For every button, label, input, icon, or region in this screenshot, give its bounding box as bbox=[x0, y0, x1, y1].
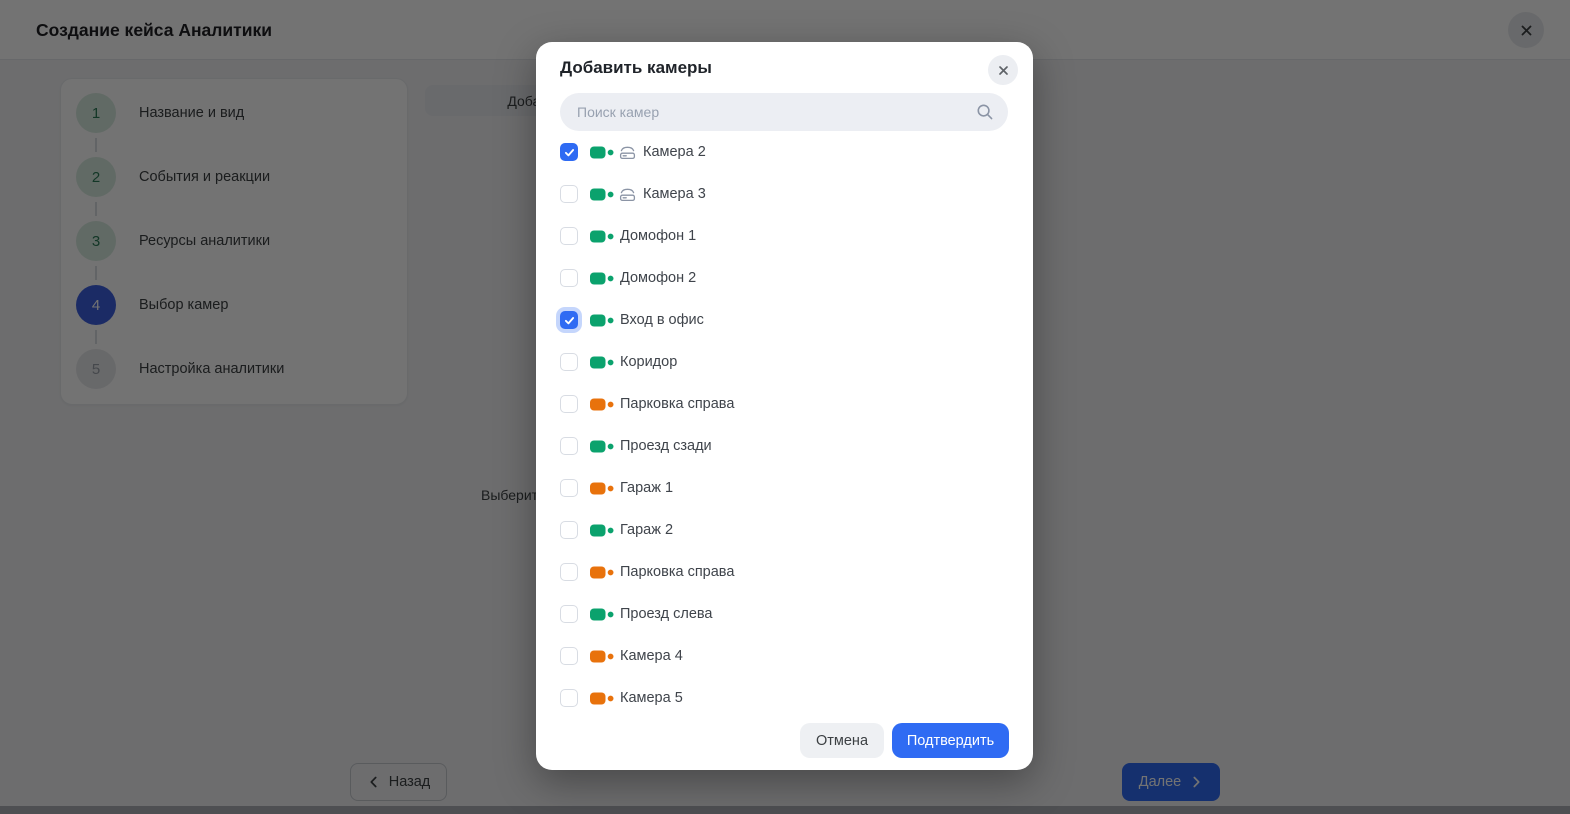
camera-checkbox[interactable] bbox=[560, 689, 578, 707]
camera-name: Камера 2 bbox=[643, 144, 706, 160]
camera-checkbox[interactable] bbox=[560, 437, 578, 455]
camera-checkbox[interactable] bbox=[560, 395, 578, 413]
archive-icon bbox=[618, 144, 637, 160]
camera-checkbox[interactable] bbox=[560, 605, 578, 623]
camera-status-icon bbox=[590, 523, 614, 538]
camera-checkbox[interactable] bbox=[560, 311, 578, 329]
camera-status-icon bbox=[590, 187, 614, 202]
modal-close-button[interactable] bbox=[988, 55, 1018, 85]
camera-checkbox[interactable] bbox=[560, 563, 578, 581]
camera-search-input[interactable] bbox=[560, 93, 1008, 131]
camera-list-item[interactable]: Коридор bbox=[560, 341, 1009, 383]
camera-status-icon bbox=[590, 691, 614, 706]
camera-status-icon bbox=[590, 439, 614, 454]
camera-checkbox[interactable] bbox=[560, 185, 578, 203]
camera-checkbox[interactable] bbox=[560, 521, 578, 539]
camera-list-item[interactable]: Парковка справа bbox=[560, 383, 1009, 425]
camera-list-item[interactable]: Камера 2 bbox=[560, 131, 1009, 173]
camera-status-icon bbox=[590, 481, 614, 496]
camera-status-icon bbox=[590, 145, 614, 160]
camera-list-item[interactable]: Камера 5 bbox=[560, 677, 1009, 719]
camera-status-icon bbox=[590, 565, 614, 580]
camera-list-item[interactable]: Домофон 2 bbox=[560, 257, 1009, 299]
camera-name: Вход в офис bbox=[620, 312, 704, 328]
camera-status-icon bbox=[590, 607, 614, 622]
camera-checkbox[interactable] bbox=[560, 647, 578, 665]
archive-icon bbox=[618, 186, 637, 202]
camera-name: Камера 3 bbox=[643, 186, 706, 202]
camera-checkbox[interactable] bbox=[560, 269, 578, 287]
camera-name: Парковка справа bbox=[620, 564, 734, 580]
camera-checkbox[interactable] bbox=[560, 227, 578, 245]
camera-name: Парковка справа bbox=[620, 396, 734, 412]
camera-name: Гараж 1 bbox=[620, 480, 673, 496]
camera-name: Домофон 1 bbox=[620, 228, 696, 244]
close-icon bbox=[996, 63, 1011, 78]
camera-name: Камера 5 bbox=[620, 690, 683, 706]
camera-name: Гараж 2 bbox=[620, 522, 673, 538]
camera-checkbox[interactable] bbox=[560, 353, 578, 371]
camera-list: Камера 2 Камера 3 Домофон 1 bbox=[560, 131, 1009, 719]
camera-list-item[interactable]: Домофон 1 bbox=[560, 215, 1009, 257]
confirm-button[interactable]: Подтвердить bbox=[892, 723, 1009, 758]
camera-name: Коридор bbox=[620, 354, 677, 370]
camera-list-item[interactable]: Парковка справа bbox=[560, 551, 1009, 593]
camera-status-icon bbox=[590, 313, 614, 328]
search-icon bbox=[976, 103, 994, 121]
camera-list-item[interactable]: Проезд сзади bbox=[560, 425, 1009, 467]
camera-status-icon bbox=[590, 355, 614, 370]
camera-status-icon bbox=[590, 271, 614, 286]
camera-list-item[interactable]: Камера 3 bbox=[560, 173, 1009, 215]
cancel-button[interactable]: Отмена bbox=[800, 723, 884, 758]
camera-checkbox[interactable] bbox=[560, 143, 578, 161]
modal-footer: Отмена Подтвердить bbox=[536, 723, 1033, 758]
camera-search bbox=[560, 93, 1008, 131]
camera-status-icon bbox=[590, 229, 614, 244]
camera-name: Домофон 2 bbox=[620, 270, 696, 286]
camera-list-item[interactable]: Проезд слева bbox=[560, 593, 1009, 635]
add-cameras-modal: Добавить камеры Камера 2 bbox=[536, 42, 1033, 770]
camera-list-item[interactable]: Гараж 2 bbox=[560, 509, 1009, 551]
camera-status-icon bbox=[590, 397, 614, 412]
camera-list-item[interactable]: Камера 4 bbox=[560, 635, 1009, 677]
camera-list-item[interactable]: Гараж 1 bbox=[560, 467, 1009, 509]
modal-title: Добавить камеры bbox=[560, 58, 712, 78]
camera-name: Проезд сзади bbox=[620, 438, 712, 454]
camera-list-item[interactable]: Вход в офис bbox=[560, 299, 1009, 341]
camera-status-icon bbox=[590, 649, 614, 664]
camera-checkbox[interactable] bbox=[560, 479, 578, 497]
camera-name: Камера 4 bbox=[620, 648, 683, 664]
camera-name: Проезд слева bbox=[620, 606, 713, 622]
